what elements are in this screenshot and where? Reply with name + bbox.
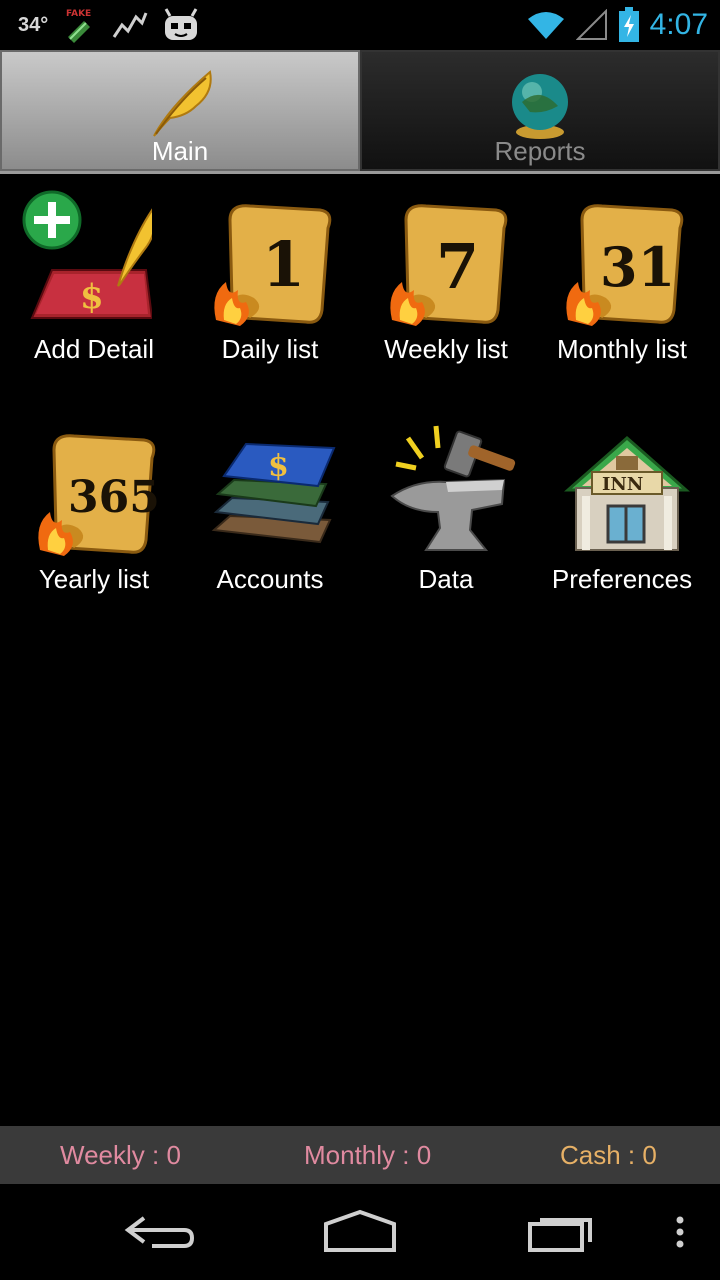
grid-item-accounts[interactable]: $ Accounts: [182, 410, 358, 620]
weekly-list-label: Weekly list: [384, 334, 508, 364]
android-icon: [164, 8, 198, 40]
quill-icon: [153, 70, 212, 137]
accounts-label: Accounts: [216, 564, 324, 594]
wifi-icon: [527, 12, 564, 39]
monthly-total: Monthly : 0: [304, 1139, 432, 1170]
signal-icon: [575, 9, 607, 40]
recent-apps-icon[interactable]: [524, 1206, 600, 1258]
daily-list-label: Daily list: [221, 334, 319, 364]
globe-icon: [512, 74, 568, 139]
tab-bar: Main Reports: [0, 50, 720, 174]
tab-main[interactable]: Main: [0, 50, 360, 171]
summary-bar: Weekly : 0 Monthly : 0 Cash : 0: [0, 1126, 720, 1184]
grid-item-weekly-list[interactable]: 7 Weekly list: [358, 180, 534, 390]
grid-item-daily-list[interactable]: 1 Daily list: [182, 180, 358, 390]
grid-item-preferences[interactable]: INN Preferences: [534, 410, 710, 620]
weekly-total: Weekly : 0: [60, 1139, 181, 1170]
scroll-31-icon: 31: [566, 204, 684, 326]
anvil-icon: [390, 425, 516, 551]
grid-item-add-detail[interactable]: $ Add Detail: [6, 180, 182, 390]
svg-text:$: $: [80, 277, 104, 317]
tab-reports[interactable]: Reports: [360, 50, 720, 171]
svg-text:7: 7: [436, 230, 479, 303]
svg-text:365: 365: [68, 472, 160, 523]
inn-house-icon: INN: [564, 436, 690, 551]
navigation-bar: [0, 1184, 720, 1280]
scroll-365-icon: 365: [38, 434, 160, 556]
books-icon: $: [211, 442, 336, 544]
data-label: Data: [418, 564, 474, 594]
preferences-label: Preferences: [551, 564, 693, 594]
grid-item-data[interactable]: Data: [358, 410, 534, 620]
add-detail-icon: $: [22, 190, 152, 319]
fake-gps-icon: FAKE: [66, 9, 91, 43]
clock-text: 4:07: [649, 8, 708, 41]
battery-charging-icon: [618, 7, 639, 42]
activity-graph-icon: [113, 12, 148, 38]
svg-text:INN: INN: [602, 474, 643, 495]
status-right: 4:07: [526, 6, 708, 44]
grid-item-monthly-list[interactable]: 31 Monthly list: [534, 180, 710, 390]
menu-icon[interactable]: [670, 1206, 690, 1258]
tab-main-label: Main: [151, 136, 209, 166]
svg-text:31: 31: [600, 235, 675, 299]
temperature-text: 34°: [18, 13, 49, 36]
add-detail-label: Add Detail: [34, 334, 154, 364]
home-icon[interactable]: [322, 1206, 398, 1258]
monthly-list-label: Monthly list: [556, 334, 688, 364]
svg-text:$: $: [268, 449, 289, 484]
status-bar: 34° FAKE 4:07: [0, 0, 720, 50]
back-icon[interactable]: [122, 1206, 198, 1258]
scroll-7-icon: 7: [390, 204, 508, 326]
svg-text:1: 1: [262, 228, 305, 301]
svg-text:FAKE: FAKE: [66, 9, 91, 19]
cash-total: Cash : 0: [560, 1139, 657, 1170]
scroll-1-icon: 1: [214, 204, 332, 326]
yearly-list-label: Yearly list: [38, 564, 150, 594]
grid-item-yearly-list[interactable]: 365 Yearly list: [6, 410, 182, 620]
tab-reports-label: Reports: [494, 136, 586, 166]
status-left: 34° FAKE: [18, 6, 200, 44]
